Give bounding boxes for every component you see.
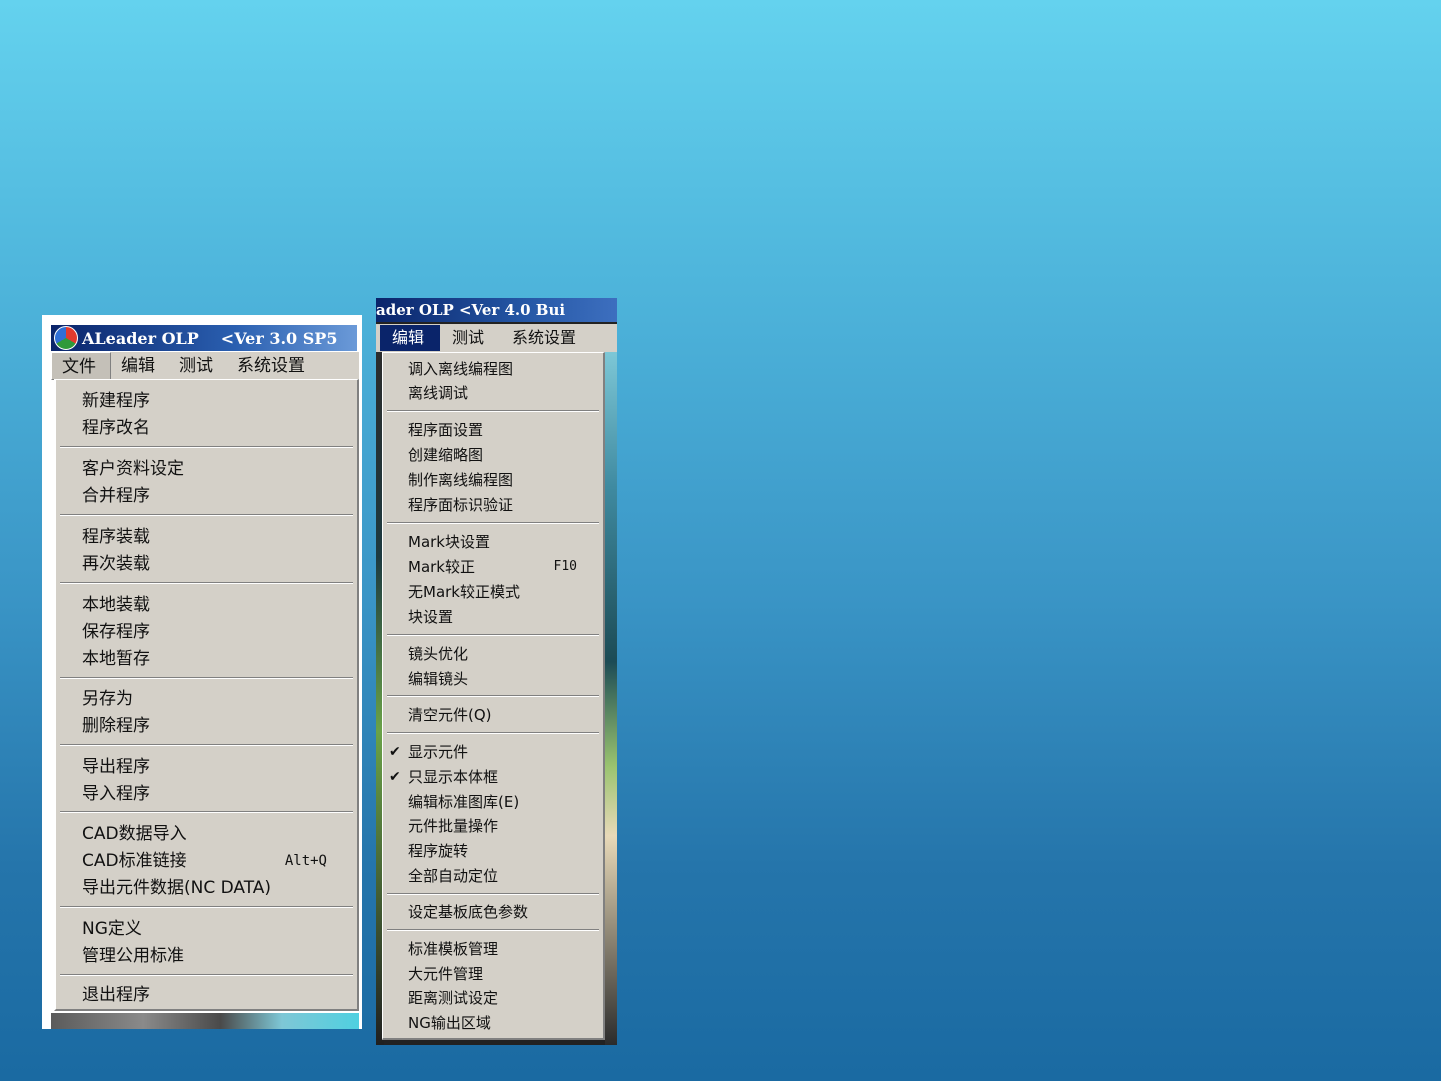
- background-window-strip: [51, 1013, 359, 1029]
- menu-item-create-thumbnail[interactable]: 创建缩略图: [408, 443, 597, 467]
- shortcut-label: Alt+Q: [284, 853, 327, 869]
- menu-separator: [387, 634, 599, 636]
- menu-item-ng-output-area[interactable]: NG输出区域: [408, 1011, 597, 1035]
- menu-item-save-program[interactable]: 保存程序: [82, 619, 349, 645]
- menu-item-import-program[interactable]: 导入程序: [82, 781, 349, 807]
- menu-item-mark-block-settings[interactable]: Mark块设置: [408, 530, 597, 554]
- menu-edit[interactable]: 编辑: [111, 352, 169, 380]
- menu-item-reload[interactable]: 再次装载: [82, 551, 349, 577]
- menu-item-no-mark-mode[interactable]: 无Mark较正模式: [408, 580, 597, 604]
- menu-item-distance-test-settings[interactable]: 距离测试设定: [408, 986, 597, 1010]
- menu-item-edit-lens[interactable]: 编辑镜头: [408, 667, 597, 691]
- checkmark-icon: ✔: [389, 744, 401, 760]
- menu-separator: [60, 582, 353, 584]
- menu-item-export-component-data[interactable]: 导出元件数据(NC DATA): [82, 875, 349, 901]
- menu-item-load-offline-map[interactable]: 调入离线编程图: [408, 357, 597, 381]
- window-title-bar: ader OLP <Ver 4.0 Bui: [376, 298, 617, 322]
- menu-system-settings[interactable]: 系统设置: [227, 352, 319, 380]
- menu-file[interactable]: 文件: [51, 352, 111, 380]
- menu-item-mark-calibrate[interactable]: Mark较正 F10: [408, 555, 597, 579]
- menu-item-exit-program[interactable]: 退出程序: [82, 982, 349, 1008]
- menu-separator: [60, 514, 353, 516]
- menu-item-template-management[interactable]: 标准模板管理: [408, 937, 597, 961]
- menu-item-local-temp-save[interactable]: 本地暂存: [82, 646, 349, 672]
- menu-edit[interactable]: 编辑: [380, 325, 441, 351]
- menu-item-show-components[interactable]: ✔ 显示元件: [389, 740, 597, 764]
- shortcut-label: F10: [553, 559, 577, 574]
- background-window-strip: [605, 348, 617, 1045]
- menu-item-cad-import[interactable]: CAD数据导入: [82, 821, 349, 847]
- menu-item-merge-program[interactable]: 合并程序: [82, 483, 349, 509]
- menu-item-lens-optimize[interactable]: 镜头优化: [408, 642, 597, 666]
- menu-separator: [60, 677, 353, 679]
- edit-menu-screenshot: ader OLP <Ver 4.0 Bui 编辑 测试 系统设置 调入离线编程图…: [376, 298, 617, 1045]
- menu-item-board-face-settings[interactable]: 程序面设置: [408, 418, 597, 442]
- menu-item-large-component-management[interactable]: 大元件管理: [408, 962, 597, 986]
- menu-test[interactable]: 测试: [440, 325, 500, 351]
- menu-bar: 编辑 测试 系统设置: [376, 324, 617, 352]
- menu-separator: [60, 906, 353, 908]
- menu-item-cad-link[interactable]: CAD标准链接 Alt+Q: [82, 848, 349, 874]
- menu-separator: [387, 522, 599, 524]
- menu-separator: [60, 744, 353, 746]
- menu-item-block-settings[interactable]: 块设置: [408, 605, 597, 629]
- menu-item-label: 显示元件: [408, 743, 469, 761]
- menu-item-export-program[interactable]: 导出程序: [82, 754, 349, 780]
- menu-item-load-program[interactable]: 程序装载: [82, 524, 349, 550]
- file-menu-screenshot: ALeader OLP <Ver 3.0 SP5 文件 编辑 测试 系统设置 新…: [42, 315, 362, 1029]
- menu-separator: [60, 974, 353, 976]
- window-title-version: <Ver 3.0 SP5: [220, 328, 338, 348]
- menu-item-delete-program[interactable]: 删除程序: [82, 713, 349, 739]
- menu-item-auto-locate-all[interactable]: 全部自动定位: [408, 864, 597, 888]
- window-title-app: ALeader OLP: [82, 328, 199, 348]
- menu-item-substrate-color-params[interactable]: 设定基板底色参数: [408, 900, 597, 924]
- menu-item-offline-debug[interactable]: 离线调试: [408, 381, 597, 405]
- window-title-bar: ALeader OLP <Ver 3.0 SP5: [51, 325, 357, 351]
- menu-item-local-load[interactable]: 本地装载: [82, 592, 349, 618]
- menu-item-manage-standards[interactable]: 管理公用标准: [82, 943, 349, 969]
- menu-separator: [387, 929, 599, 931]
- menu-item-label: 只显示本体框: [408, 768, 499, 786]
- menu-item-customer-info[interactable]: 客户资料设定: [82, 456, 349, 482]
- menu-separator: [60, 811, 353, 813]
- file-dropdown-menu: 新建程序 程序改名 客户资料设定 合并程序 程序装载 再次装载 本地装载 保存程…: [54, 379, 359, 1011]
- menu-item-show-body-frame-only[interactable]: ✔ 只显示本体框: [389, 765, 597, 789]
- menu-item-rename-program[interactable]: 程序改名: [82, 415, 349, 441]
- menu-item-program-rotate[interactable]: 程序旋转: [408, 839, 597, 863]
- menu-separator: [60, 446, 353, 448]
- menu-separator: [387, 695, 599, 697]
- menu-separator: [387, 732, 599, 734]
- menu-item-make-offline-map[interactable]: 制作离线编程图: [408, 468, 597, 492]
- menu-test[interactable]: 测试: [169, 352, 227, 380]
- menu-item-new-program[interactable]: 新建程序: [82, 388, 349, 414]
- edit-dropdown-menu: 调入离线编程图 离线调试 程序面设置 创建缩略图 制作离线编程图 程序面标识验证…: [382, 352, 605, 1040]
- menu-item-label: CAD标准链接: [82, 851, 187, 871]
- checkmark-icon: ✔: [389, 769, 401, 785]
- menu-separator: [387, 893, 599, 895]
- menu-separator: [387, 410, 599, 412]
- menu-item-label: Mark较正: [408, 558, 475, 576]
- menu-bar: 文件 编辑 测试 系统设置: [51, 352, 359, 380]
- menu-item-save-as[interactable]: 另存为: [82, 686, 349, 712]
- menu-item-board-face-verify[interactable]: 程序面标识验证: [408, 493, 597, 517]
- menu-item-batch-component-ops[interactable]: 元件批量操作: [408, 814, 597, 838]
- menu-item-ng-define[interactable]: NG定义: [82, 916, 349, 942]
- app-logo-icon: [54, 326, 78, 350]
- menu-item-edit-standard-library[interactable]: 编辑标准图库(E): [408, 790, 597, 814]
- menu-item-clear-components[interactable]: 清空元件(Q): [408, 703, 597, 727]
- menu-system-settings[interactable]: 系统设置: [500, 325, 592, 351]
